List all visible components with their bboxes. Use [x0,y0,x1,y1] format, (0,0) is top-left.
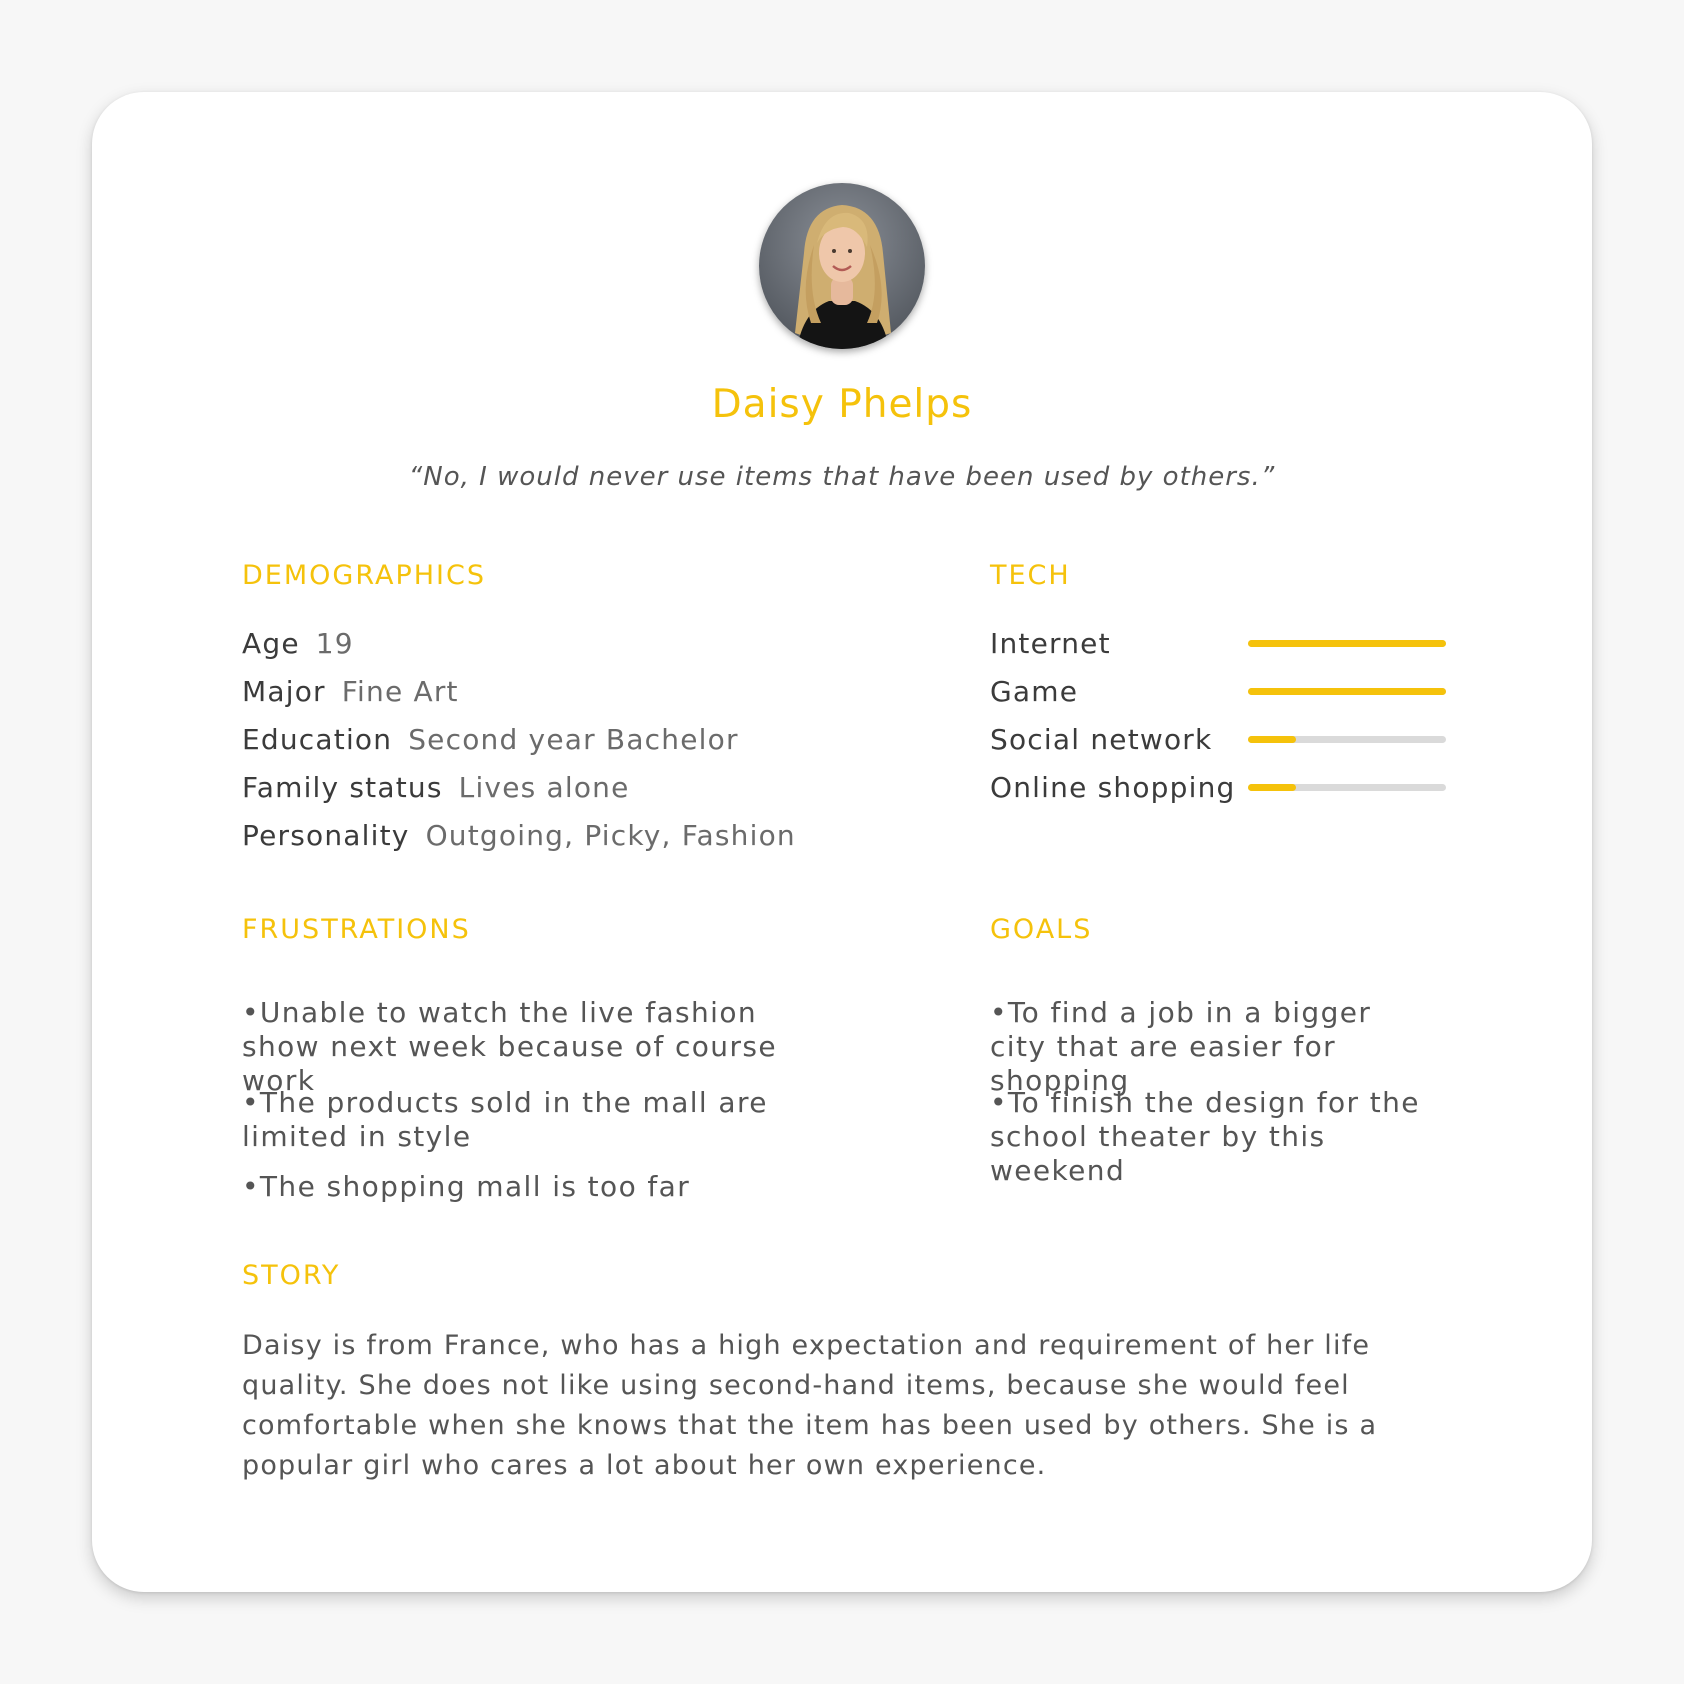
tech-level-bar [1248,784,1446,791]
frustration-item: •The products sold in the mall are limit… [242,1086,768,1153]
demographics-title: DEMOGRAPHICS [242,560,486,591]
tech-level-fill [1248,640,1446,647]
demographic-value: Second year Bachelor [408,723,739,756]
tech-level-bar [1248,688,1446,695]
tech-row-game: Game [990,678,1446,710]
tech-label: Game [990,675,1079,708]
demographic-row-family-status: Family status Lives alone [242,774,630,802]
frustration-item: •Unable to watch the live fashion show n… [242,996,777,1097]
demographic-key: Family status [242,771,443,804]
demographic-row-age: Age 19 [242,630,354,658]
demographic-value: Fine Art [341,675,459,708]
story-text: Daisy is from France, who has a high exp… [242,1330,1378,1481]
goal-item: •To finish the design for the school the… [990,1086,1420,1187]
goals-title: GOALS [990,914,1093,945]
demographic-row-personality: Personality Outgoing, Picky, Fashion [242,822,796,850]
demographic-key: Age [242,627,300,660]
tech-row-internet: Internet [990,630,1446,662]
tech-level-bar [1248,640,1446,647]
demographic-row-major: Major Fine Art [242,678,459,706]
persona-name: Daisy Phelps [711,382,973,427]
frustrations-title: FRUSTRATIONS [242,914,471,945]
story-title: STORY [242,1260,341,1291]
demographic-key: Major [242,675,326,708]
tech-label: Internet [990,627,1111,660]
persona-card: Daisy Phelps “No, I would never use item… [92,92,1592,1592]
tech-label: Social network [990,723,1213,756]
tech-level-fill [1248,784,1296,791]
tech-level-bar [1248,736,1446,743]
tech-level-fill [1248,736,1296,743]
tech-label: Online shopping [990,771,1236,804]
avatar [759,183,925,349]
demographic-row-education: Education Second year Bachelor [242,726,739,754]
demographic-value: 19 [315,627,354,660]
frustration-item: •The shopping mall is too far [242,1170,691,1203]
tech-level-fill [1248,688,1446,695]
demographic-value: Outgoing, Picky, Fashion [425,819,796,852]
tech-title: TECH [990,560,1071,591]
demographic-key: Personality [242,819,410,852]
demographic-key: Education [242,723,393,756]
tech-row-online-shopping: Online shopping [990,774,1446,806]
persona-quote: “No, I would never use items that have b… [408,462,1276,492]
goal-item: •To find a job in a bigger city that are… [990,996,1372,1097]
demographic-value: Lives alone [458,771,630,804]
tech-row-social-network: Social network [990,726,1446,758]
